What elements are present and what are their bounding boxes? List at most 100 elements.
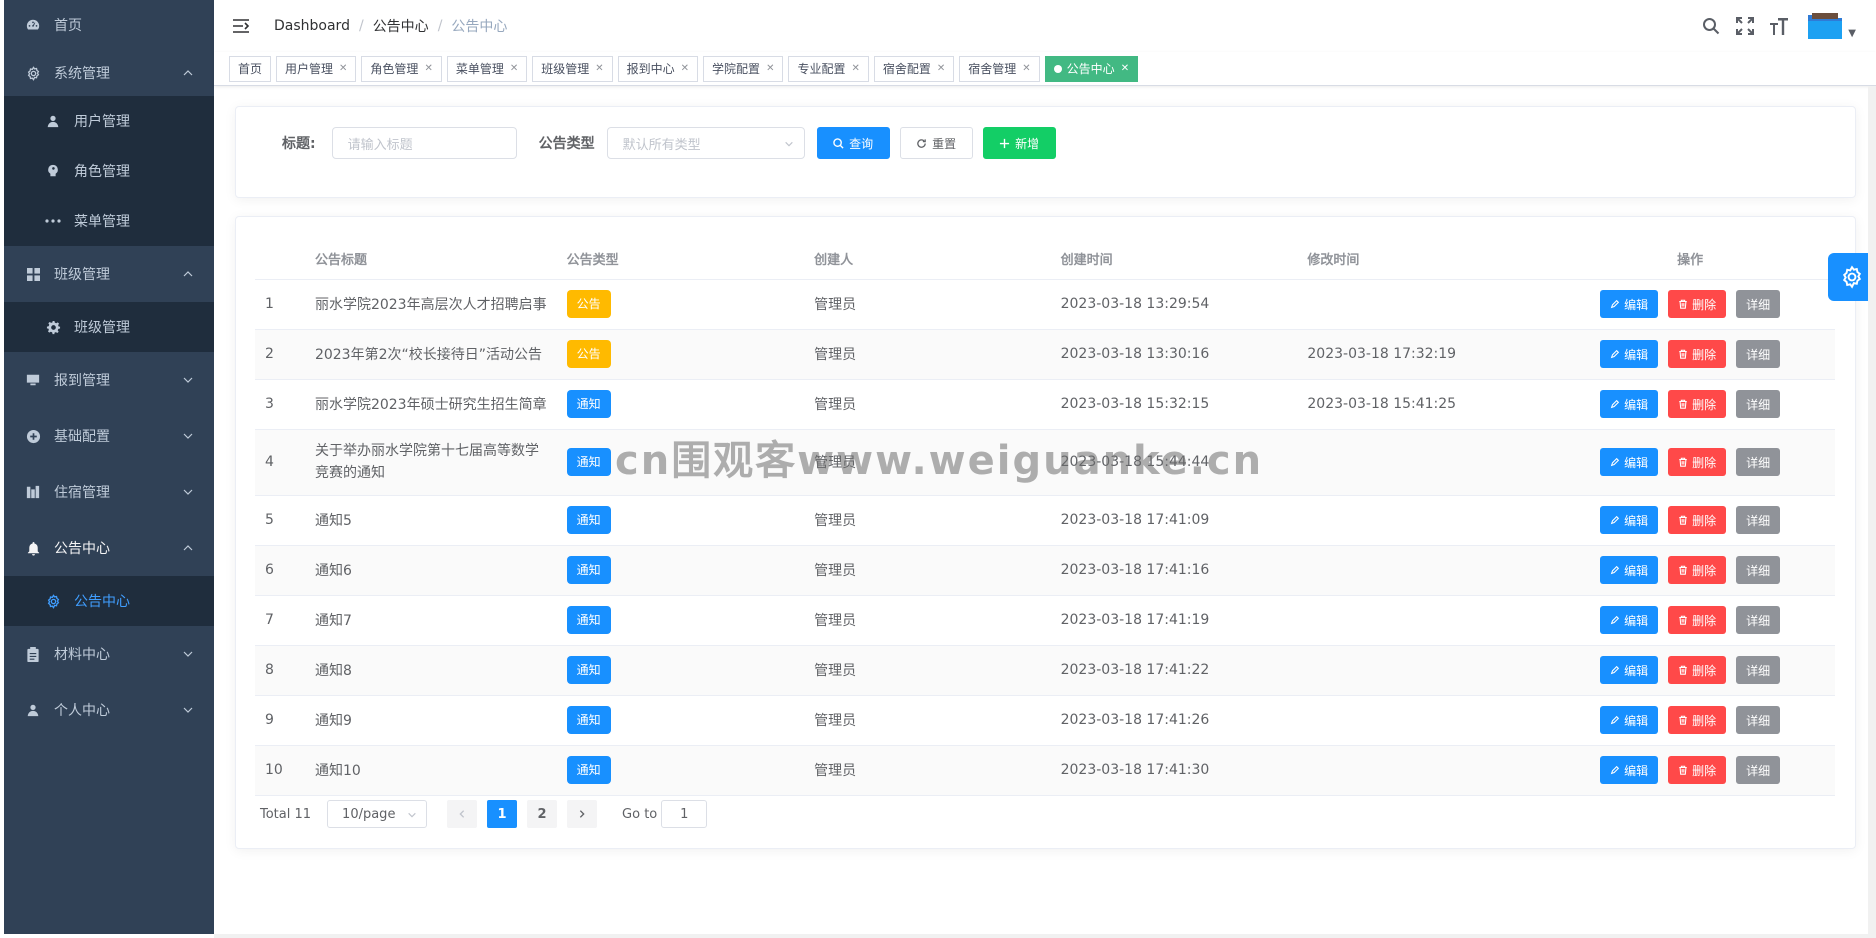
next-page-button[interactable] — [567, 800, 598, 828]
detail-label: 详细 — [1746, 347, 1771, 362]
page-size-select[interactable]: 10/page — [327, 800, 428, 828]
close-icon[interactable]: ✕ — [1022, 57, 1030, 81]
close-icon[interactable]: ✕ — [339, 57, 347, 81]
cell-index: 9 — [255, 695, 305, 746]
sidebar-item-checkin[interactable]: 报到管理 — [4, 352, 214, 408]
edit-button[interactable]: 编辑 — [1600, 448, 1659, 476]
page-button-2[interactable]: 2 — [527, 800, 558, 828]
prev-page-button[interactable] — [447, 800, 478, 828]
close-icon[interactable]: ✕ — [681, 57, 689, 81]
reset-button[interactable]: 重置 — [899, 127, 973, 159]
chevron-down-icon — [183, 489, 193, 495]
delete-button[interactable]: 删除 — [1668, 340, 1727, 368]
goto-input[interactable]: 1 — [661, 800, 708, 828]
sidebar-item-class-management[interactable]: 班级管理 — [4, 302, 214, 352]
sidebar-item-basic-config[interactable]: 基础配置 — [4, 408, 214, 464]
type-select[interactable]: 默认所有类型 — [606, 127, 805, 159]
sidebar-item-announcement-center[interactable]: 公告中心 — [4, 576, 214, 626]
sidebar-item-announcement[interactable]: 公告中心 — [4, 520, 214, 576]
edit-button[interactable]: 编辑 — [1600, 756, 1659, 784]
close-icon[interactable]: ✕ — [510, 57, 518, 81]
tag-dorm-config[interactable]: 宿舍配置 ✕ — [873, 55, 955, 82]
delete-button[interactable]: 删除 — [1668, 756, 1727, 784]
detail-button[interactable]: 详细 — [1736, 448, 1781, 476]
horizontal-scrollbar[interactable] — [214, 934, 1868, 938]
edit-button[interactable]: 编辑 — [1600, 390, 1659, 418]
delete-button[interactable]: 删除 — [1668, 706, 1727, 734]
detail-button[interactable]: 详细 — [1736, 290, 1781, 318]
tag-class-management[interactable]: 班级管理 ✕ — [532, 55, 613, 82]
column-header-creator: 创建人 — [804, 239, 1051, 280]
page-button-1[interactable]: 1 — [487, 800, 518, 828]
trash-icon — [1678, 457, 1688, 467]
breadcrumb-announcement[interactable]: 公告中心 — [373, 16, 429, 36]
edit-button[interactable]: 编辑 — [1600, 706, 1659, 734]
sidebar-item-materials[interactable]: 材料中心 — [4, 626, 214, 682]
query-button[interactable]: 查询 — [816, 127, 890, 159]
detail-button[interactable]: 详细 — [1736, 656, 1781, 684]
add-button[interactable]: 新增 — [982, 127, 1056, 159]
edit-button[interactable]: 编辑 — [1600, 606, 1659, 634]
sidebar-item-system[interactable]: 系统管理 — [4, 50, 214, 96]
detail-button[interactable]: 详细 — [1736, 390, 1781, 418]
search-icon — [833, 137, 844, 149]
tag-college-config[interactable]: 学院配置 ✕ — [703, 55, 784, 82]
tag-major-config[interactable]: 专业配置 ✕ — [788, 55, 869, 82]
sidebar-item-label: 材料中心 — [54, 647, 110, 663]
detail-button[interactable]: 详细 — [1736, 606, 1781, 634]
sidebar-item-label: 用户管理 — [74, 114, 130, 130]
vertical-scrollbar[interactable] — [1868, 86, 1876, 938]
edit-button[interactable]: 编辑 — [1600, 656, 1659, 684]
edit-icon — [1610, 399, 1620, 409]
sidebar-item-dorm[interactable]: 住宿管理 — [4, 464, 214, 520]
close-icon[interactable]: ✕ — [424, 57, 432, 81]
title-placeholder: 请输入标题 — [347, 137, 413, 153]
caret-down-icon[interactable]: ▼ — [1848, 28, 1856, 39]
edit-button[interactable]: 编辑 — [1600, 556, 1659, 584]
sidebar-item-profile[interactable]: 个人中心 — [4, 682, 214, 738]
delete-button[interactable]: 删除 — [1668, 448, 1727, 476]
detail-button[interactable]: 详细 — [1736, 756, 1781, 784]
detail-button[interactable]: 详细 — [1736, 340, 1781, 368]
tag-home[interactable]: 首页 — [229, 55, 272, 82]
detail-button[interactable]: 详细 — [1736, 556, 1781, 584]
goto-label: Go to — [622, 806, 658, 822]
delete-button[interactable]: 删除 — [1668, 656, 1727, 684]
edit-button[interactable]: 编辑 — [1600, 506, 1659, 534]
delete-button[interactable]: 删除 — [1668, 390, 1727, 418]
breadcrumb-dashboard[interactable]: Dashboard — [274, 18, 350, 34]
tag-role-management[interactable]: 角色管理 ✕ — [361, 55, 442, 82]
search-icon[interactable] — [1700, 15, 1722, 37]
tag-dorm-management[interactable]: 宿舍管理 ✕ — [959, 55, 1040, 82]
detail-button[interactable]: 详细 — [1736, 506, 1781, 534]
sidebar-item-home[interactable]: 首页 — [4, 0, 214, 50]
edit-button[interactable]: 编辑 — [1600, 290, 1659, 318]
close-icon[interactable]: ✕ — [1121, 57, 1129, 81]
close-icon[interactable]: ✕ — [595, 57, 603, 81]
fullscreen-icon[interactable] — [1734, 15, 1756, 37]
close-icon[interactable]: ✕ — [766, 57, 774, 81]
detail-button[interactable]: 详细 — [1736, 706, 1781, 734]
hamburger-icon[interactable] — [232, 17, 250, 35]
delete-button[interactable]: 删除 — [1668, 556, 1727, 584]
delete-button[interactable]: 删除 — [1668, 506, 1727, 534]
close-icon[interactable]: ✕ — [937, 57, 945, 81]
trash-icon — [1678, 565, 1688, 575]
sidebar-item-role-management[interactable]: 角色管理 — [4, 146, 214, 196]
title-input[interactable]: 请输入标题 — [331, 127, 517, 159]
tag-announcement-center[interactable]: 公告中心 ✕ — [1044, 55, 1139, 82]
tag-user-management[interactable]: 用户管理 ✕ — [276, 55, 357, 82]
delete-button[interactable]: 删除 — [1668, 290, 1727, 318]
close-icon[interactable]: ✕ — [851, 57, 859, 81]
chevron-right-icon — [579, 810, 585, 818]
font-size-icon[interactable] — [1768, 15, 1790, 37]
tag-menu-management[interactable]: 菜单管理 ✕ — [446, 55, 528, 82]
edit-label: 编辑 — [1624, 613, 1649, 628]
sidebar-item-menu-management[interactable]: 菜单管理 — [4, 196, 214, 246]
sidebar-item-class[interactable]: 班级管理 — [4, 246, 214, 302]
sidebar-item-user-management[interactable]: 用户管理 — [4, 96, 214, 146]
avatar[interactable] — [1806, 11, 1844, 41]
tag-checkin-center[interactable]: 报到中心 ✕ — [617, 55, 699, 82]
delete-button[interactable]: 删除 — [1668, 606, 1727, 634]
edit-button[interactable]: 编辑 — [1600, 340, 1659, 368]
